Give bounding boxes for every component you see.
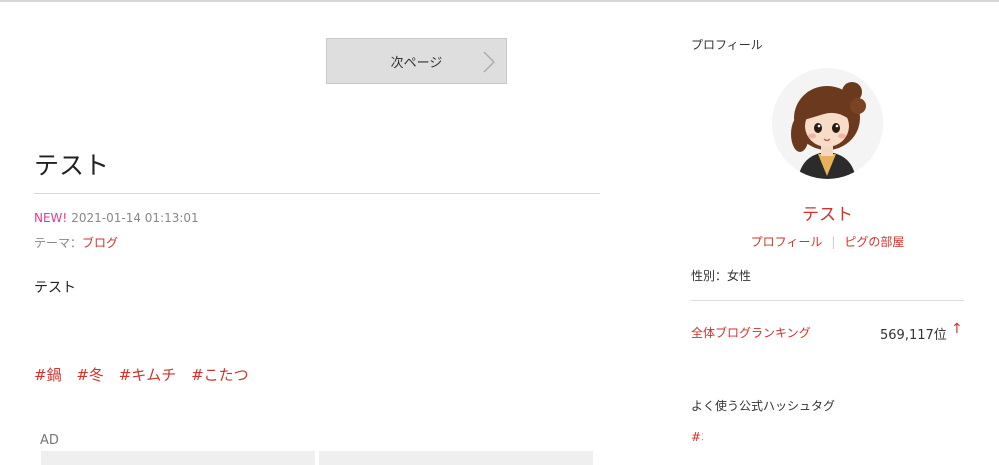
article-theme: テーマ：ブログ (34, 234, 118, 251)
theme-link[interactable]: ブログ (82, 236, 118, 250)
link-separator: | (831, 235, 836, 249)
hashtag-link[interactable]: #こたつ (191, 366, 249, 384)
article-datetime: 2021-01-14 01:13:01 (71, 211, 199, 225)
pigg-room-link[interactable]: ピグの部屋 (844, 235, 904, 249)
avatar[interactable] (772, 68, 883, 179)
ranking-value: 569,117位 (880, 328, 947, 343)
profile-link[interactable]: プロフィール (751, 235, 823, 249)
sidebar-divider (691, 300, 964, 301)
theme-prefix: テーマ： (34, 236, 83, 250)
ad-label: AD (40, 433, 59, 448)
new-badge: NEW! (34, 211, 68, 225)
profile-name[interactable]: テスト (691, 200, 964, 225)
next-page-label: 次ページ (390, 56, 443, 71)
next-page-button[interactable]: 次ページ (326, 38, 507, 84)
avatar-illustration (772, 68, 883, 179)
top-border (0, 0, 999, 2)
ranking-up-arrow-icon: ↑ (951, 321, 963, 337)
ad-slot[interactable] (41, 451, 315, 465)
hashtag-link[interactable]: #鍋 (34, 366, 62, 384)
profile-gender: 性別：女性 (691, 269, 752, 283)
ad-slot[interactable] (319, 451, 593, 465)
article-meta: NEW! 2021-01-14 01:13:01 (34, 211, 199, 225)
profile-links: プロフィール | ピグの部屋 (691, 233, 964, 250)
title-divider (34, 193, 600, 194)
profile-heading: プロフィール (691, 38, 763, 52)
article-title: テスト (34, 151, 110, 180)
article-body: テスト (34, 280, 76, 296)
hashtag-link[interactable]: #キムチ (119, 366, 177, 384)
hashtag-link[interactable]: #冬 (76, 366, 104, 384)
chevron-right-icon (483, 51, 495, 73)
official-hashtag-link[interactable]: #オ (691, 428, 703, 445)
ranking-link[interactable]: 全体ブログランキング (691, 324, 811, 341)
official-hashtags-heading: よく使う公式ハッシュタグ (691, 399, 836, 413)
hashtag-list: #鍋 #冬 #キムチ #こたつ (34, 364, 259, 385)
